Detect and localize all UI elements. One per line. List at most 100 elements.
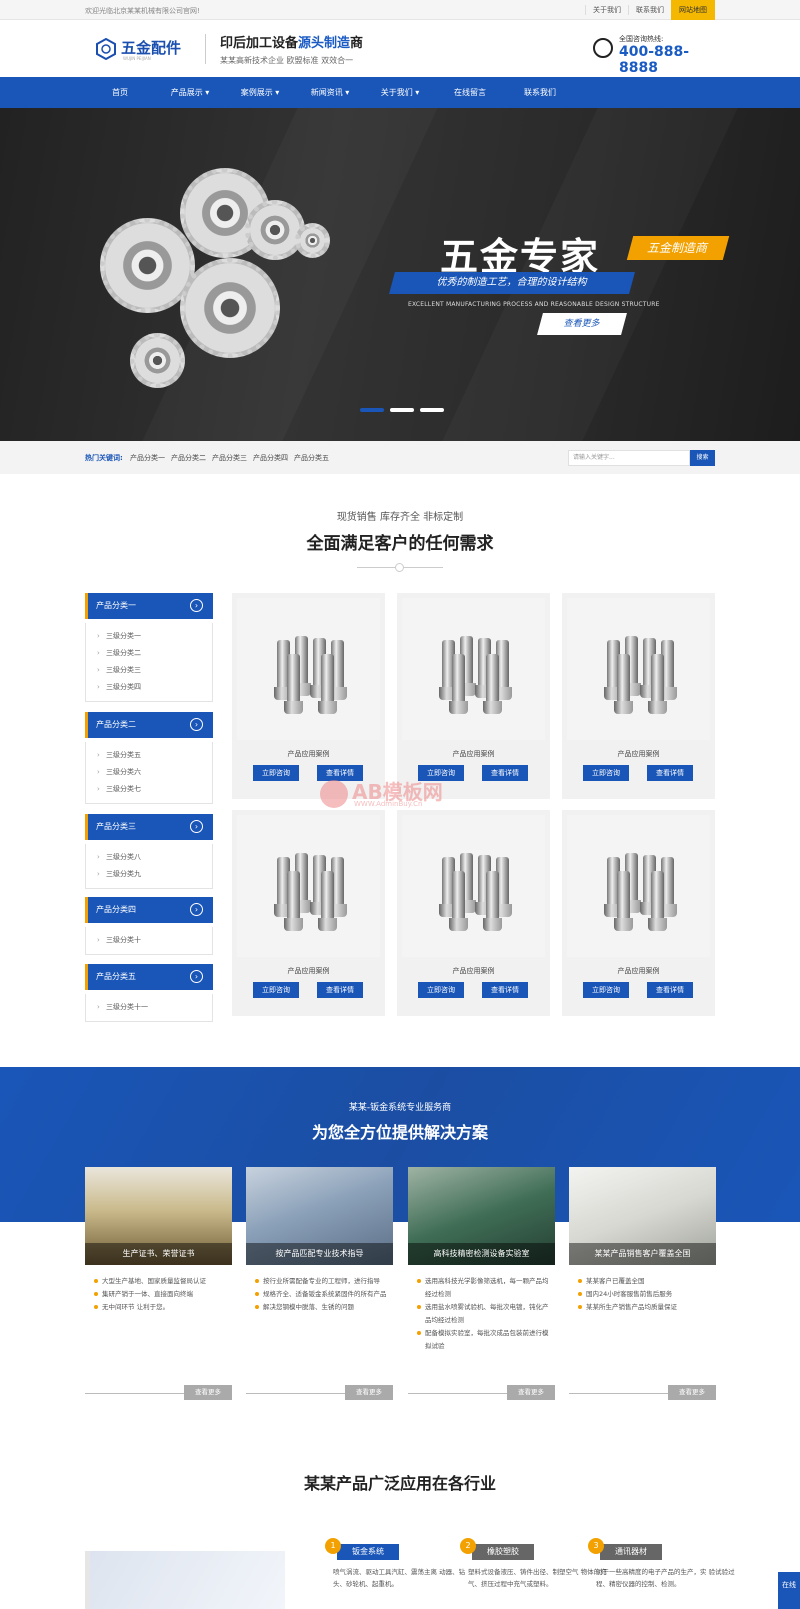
consult-button[interactable]: 立即咨询 xyxy=(418,982,464,998)
subcategory-item[interactable]: 三级分类二 xyxy=(86,645,212,662)
product-card[interactable]: 产品应用案例立即咨询 查看详情 xyxy=(397,810,550,1016)
view-more-button[interactable]: 查看更多 xyxy=(184,1385,232,1400)
keyword-link[interactable]: 产品分类一 xyxy=(130,453,165,463)
hero-banner[interactable]: 五金专家 五金制造商 优秀的制造工艺，合理的设计结构 EXCELLENT MAN… xyxy=(0,108,800,441)
subcategory-item[interactable]: 三级分类八 xyxy=(86,849,212,866)
slider-dot[interactable] xyxy=(420,408,444,412)
product-card[interactable]: 产品应用案例立即咨询 查看详情 xyxy=(562,810,715,1016)
nav-about[interactable]: 关于我们 ▾ xyxy=(365,77,435,108)
solution-bullet: 大型生产基地、国家质量监督局认证 xyxy=(94,1275,226,1288)
product-name[interactable]: 产品应用案例 xyxy=(562,966,715,976)
industry-tag[interactable]: 通讯器材 xyxy=(600,1544,662,1560)
product-image[interactable] xyxy=(567,815,710,957)
category-header[interactable]: 产品分类五 › xyxy=(85,964,213,990)
subcategory-item[interactable]: 三级分类五 xyxy=(86,747,212,764)
arrow-right-icon: › xyxy=(190,718,203,731)
logo-text: 五金配件 xyxy=(121,39,182,57)
keyword-link[interactable]: 产品分类四 xyxy=(253,453,288,463)
consult-button[interactable]: 立即咨询 xyxy=(253,765,299,781)
product-image[interactable] xyxy=(402,598,545,740)
subcategory-item[interactable]: 三级分类六 xyxy=(86,764,212,781)
gear-image xyxy=(245,200,305,260)
arrow-right-icon: › xyxy=(190,970,203,983)
category-group: 产品分类二› 三级分类五 三级分类六 三级分类七 xyxy=(85,712,213,804)
detail-button[interactable]: 查看详情 xyxy=(647,765,693,781)
product-card[interactable]: 产品应用案例 立即咨询 查看详情 xyxy=(397,593,550,799)
view-more-button[interactable]: 查看更多 xyxy=(507,1385,555,1400)
subcategory-item[interactable]: 三级分类一 xyxy=(86,628,212,645)
nav-message[interactable]: 在线留言 xyxy=(435,77,505,108)
category-group: 产品分类一› 三级分类一 三级分类二 三级分类三 三级分类四 xyxy=(85,593,213,702)
sitemap-link[interactable]: 网站地图 xyxy=(671,0,715,20)
subcategory-item[interactable]: 三级分类四 xyxy=(86,679,212,696)
search-button[interactable]: 搜索 xyxy=(690,450,715,466)
solution-bullet: 配备模拟实验室，每批次成品包装前进行模拟试验 xyxy=(417,1327,549,1353)
top-bar: 欢迎光临北京某某机械有限公司官网! 关于我们 联系我们 网站地图 xyxy=(0,0,800,20)
product-name[interactable]: 产品应用案例 xyxy=(397,966,550,976)
search-input[interactable]: 请输入关键字... xyxy=(568,450,690,466)
industries-title: 某某产品广泛应用在各行业 xyxy=(303,1474,496,1493)
solution-caption: 按产品匹配专业技术指导 xyxy=(246,1243,393,1265)
industry-tag[interactable]: 钣金系统 xyxy=(337,1544,399,1560)
product-image[interactable] xyxy=(567,598,710,740)
solution-bullet: 选用高科技光学影像筛选机，每一颗产品均经过检测 xyxy=(417,1275,549,1301)
keyword-link[interactable]: 产品分类二 xyxy=(171,453,206,463)
logo[interactable]: 五金配件 WUJIN PEIJIAN xyxy=(95,34,183,64)
online-service-button[interactable]: 在线 xyxy=(778,1572,800,1609)
nav-contact[interactable]: 联系我们 xyxy=(505,77,575,108)
industry-number: 2 xyxy=(460,1538,476,1554)
consult-button[interactable]: 立即咨询 xyxy=(253,982,299,998)
view-more-button[interactable]: 查看更多 xyxy=(345,1385,393,1400)
nav-cases[interactable]: 案例展示 ▾ xyxy=(225,77,295,108)
subcategory-item[interactable]: 三级分类九 xyxy=(86,866,212,883)
detail-button[interactable]: 查看详情 xyxy=(317,982,363,998)
subcategory-item[interactable]: 三级分类三 xyxy=(86,662,212,679)
slogan-main: 印后加工设备源头制造商 xyxy=(220,36,364,51)
product-name[interactable]: 产品应用案例 xyxy=(232,749,385,759)
hotline: 全国咨询热线: 400-888-8888 xyxy=(593,34,715,76)
detail-button[interactable]: 查看详情 xyxy=(647,982,693,998)
nav-products[interactable]: 产品展示 ▾ xyxy=(155,77,225,108)
slider-dot[interactable] xyxy=(360,408,384,412)
category-header[interactable]: 产品分类二 › xyxy=(85,712,213,738)
category-header[interactable]: 产品分类三 › xyxy=(85,814,213,840)
consult-button[interactable]: 立即咨询 xyxy=(583,765,629,781)
product-card[interactable]: 产品应用案例 立即咨询 查看详情 xyxy=(232,593,385,799)
category-header[interactable]: 产品分类四 › xyxy=(85,897,213,923)
product-card[interactable]: 产品应用案例立即咨询 查看详情 xyxy=(232,810,385,1016)
category-group: 产品分类五› 三级分类十一 xyxy=(85,964,213,1022)
nav-news[interactable]: 新闻资讯 ▾ xyxy=(295,77,365,108)
product-image[interactable] xyxy=(237,815,380,957)
banner-subtitle: 优秀的制造工艺，合理的设计结构 xyxy=(389,272,635,294)
keyword-link[interactable]: 产品分类三 xyxy=(212,453,247,463)
product-name[interactable]: 产品应用案例 xyxy=(397,749,550,759)
arrow-right-icon: › xyxy=(190,599,203,612)
subcategory-item[interactable]: 三级分类十 xyxy=(86,932,212,949)
solution-bullets: 按行业所需配备专业的工程师，进行指导 规格齐全、适备钣金系统紧固件的所有产品 解决您… xyxy=(255,1275,387,1314)
product-name[interactable]: 产品应用案例 xyxy=(232,966,385,976)
product-image[interactable] xyxy=(237,598,380,740)
solution-card: 按产品匹配专业技术指导按行业所需配备专业的工程师，进行指导 规格齐全、适备钣金系统… xyxy=(246,1167,393,1404)
product-image[interactable] xyxy=(402,815,545,957)
top-links: 关于我们 联系我们 网站地图 xyxy=(585,0,715,20)
subcategory-item[interactable]: 三级分类十一 xyxy=(86,999,212,1016)
category-header[interactable]: 产品分类一 › xyxy=(85,593,213,619)
solution-card: 生产证书、荣誉证书 大型生产基地、国家质量监督局认证 集研产销于一体、直接面向终端无… xyxy=(85,1167,232,1404)
solution-bullet: 按行业所需配备专业的工程师，进行指导 xyxy=(255,1275,387,1288)
product-card[interactable]: 产品应用案例立即咨询 查看详情 xyxy=(562,593,715,799)
solution-card: 高科技精密检测设备实验室 选用高科技光学影像筛选机，每一颗产品均经过检测 选用盐水喷… xyxy=(408,1167,555,1404)
keyword-link[interactable]: 产品分类五 xyxy=(294,453,329,463)
detail-button[interactable]: 查看详情 xyxy=(482,982,528,998)
nav-home[interactable]: 首页 xyxy=(85,77,155,108)
consult-button[interactable]: 立即咨询 xyxy=(583,982,629,998)
slider-dot[interactable] xyxy=(390,408,414,412)
contact-link[interactable]: 联系我们 xyxy=(628,5,671,15)
industry-tag[interactable]: 橡胶塑胶 xyxy=(472,1544,534,1560)
about-link[interactable]: 关于我们 xyxy=(585,5,628,15)
product-name[interactable]: 产品应用案例 xyxy=(562,749,715,759)
detail-button[interactable]: 查看详情 xyxy=(482,765,528,781)
subcategory-item[interactable]: 三级分类七 xyxy=(86,781,212,798)
banner-more-button[interactable]: 查看更多 xyxy=(537,313,627,335)
view-more-button[interactable]: 查看更多 xyxy=(668,1385,716,1400)
solution-bullets: 大型生产基地、国家质量监督局认证 集研产销于一体、直接面向终端 无中间环节 让利于您… xyxy=(94,1275,226,1314)
